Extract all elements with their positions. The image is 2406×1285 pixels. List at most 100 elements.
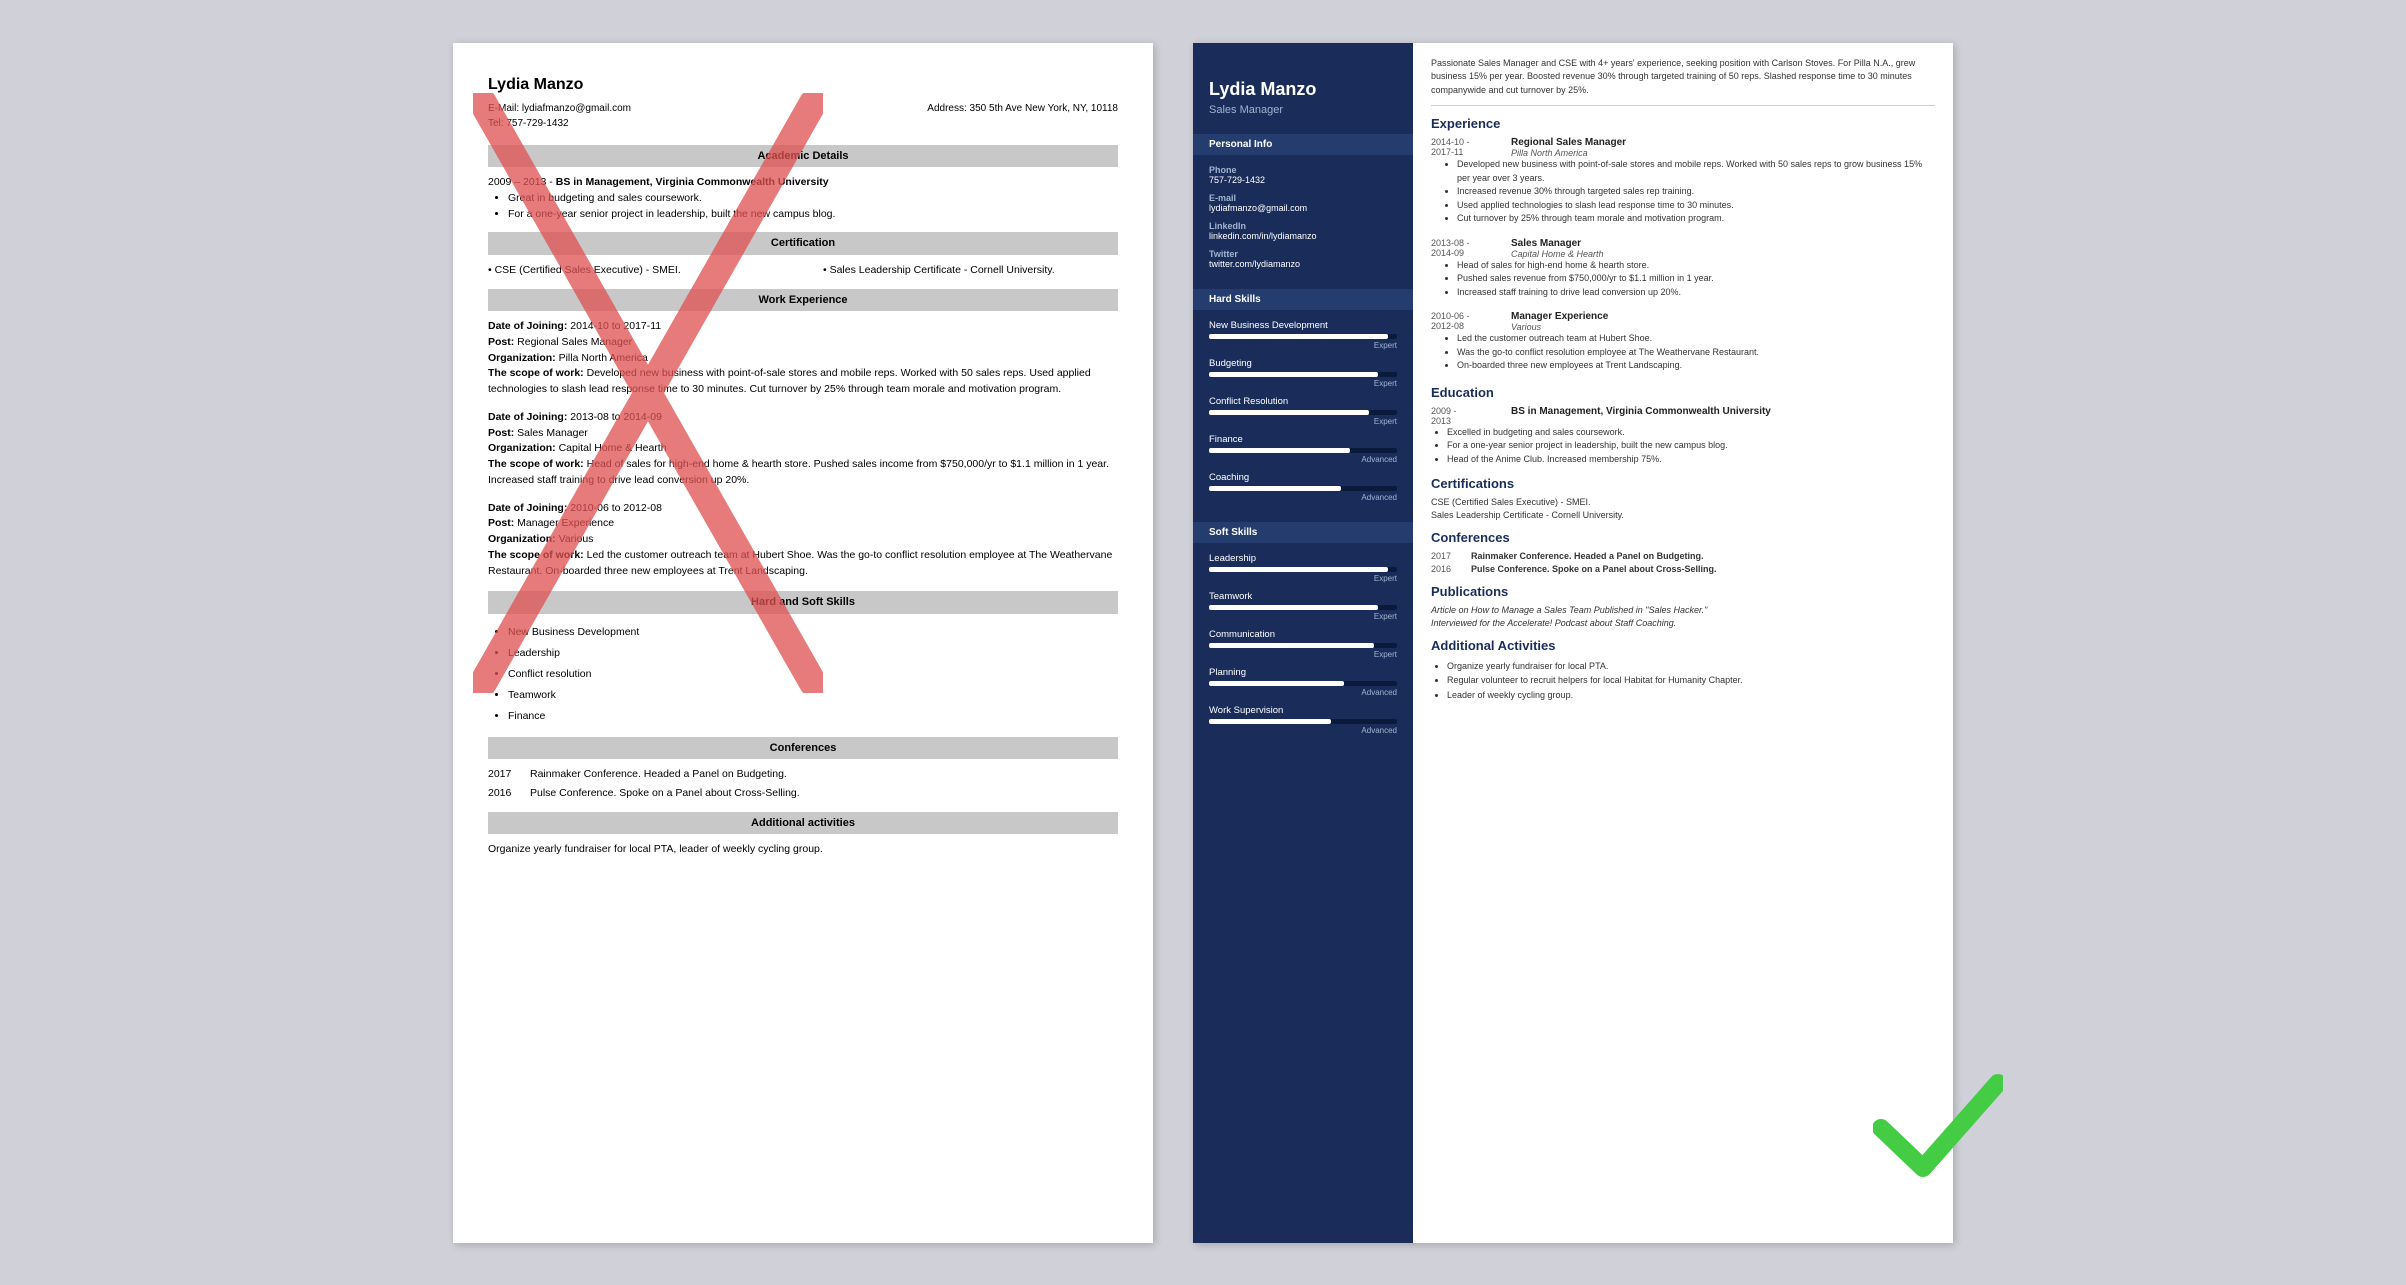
exp-bullet: Developed new business with point-of-sal… [1457,158,1935,185]
experience-entry: 2010-06 -2012-08 Manager Experience Vari… [1431,311,1935,373]
hard-skill-item: Conflict Resolution Expert [1193,394,1413,432]
personal-info-title: Personal Info [1193,134,1413,155]
hard-skill-item: Finance Advanced [1193,432,1413,470]
left-contact: E-Mail: lydiafmanzo@gmail.com Tel: 757-7… [488,101,1118,131]
work-entry-2: Date of Joining: 2013-08 to 2014-09 Post… [488,410,1118,489]
linkedin-block: LinkedIn linkedin.com/in/lydiamanzo [1193,219,1413,247]
address-value: 350 5th Ave New York, NY, 10118 [970,103,1118,114]
experience-entry: 2014-10 -2017-11 Regional Sales Manager … [1431,137,1935,226]
post-label-1: Post: [488,336,514,348]
edu-bullet-1: Great in budgeting and sales coursework. [508,191,1118,207]
date-label-2: Date of Joining: [488,411,567,423]
date-label-3: Date of Joining: [488,502,567,514]
linkedin-label: LinkedIn [1209,221,1397,231]
org-label-2: Organization: [488,442,556,454]
cert-row: • CSE (Certified Sales Executive) - SMEI… [488,263,1118,279]
additional-container: Organize yearly fundraiser for local PTA… [1447,659,1935,702]
sidebar-name-block: Lydia Manzo Sales Manager [1193,63,1413,121]
skill-4: Teamwork [508,685,1118,706]
edu-bullet-2: For a one-year senior project in leaders… [508,207,1118,223]
exp-bullet: Cut turnover by 25% through team morale … [1457,212,1935,226]
exp-bullet: On-boarded three new employees at Trent … [1457,359,1935,373]
hard-skills-container: New Business Development Expert Budgetin… [1193,318,1413,508]
work-3-scope: The scope of work: Led the customer outr… [488,548,1118,580]
additional-item: Organize yearly fundraiser for local PTA… [1447,659,1935,673]
right-title: Sales Manager [1209,104,1397,116]
conf-row-1: 2017 Rainmaker Conference. Headed a Pane… [488,767,1118,783]
edu-years: 2009 – 2013 - [488,176,553,188]
scope-label-2: The scope of work: [488,458,584,470]
conf-row: 2016 Pulse Conference. Spoke on a Panel … [1431,564,1935,574]
experience-container: 2014-10 -2017-11 Regional Sales Manager … [1431,137,1935,373]
edu-degree: BS in Management, Virginia Commonwealth … [556,176,829,188]
exp-bullet: Increased revenue 30% through targeted s… [1457,185,1935,199]
work-entry-1: Date of Joining: 2014-10 to 2017-11 Post… [488,319,1118,398]
cert-1: • CSE (Certified Sales Executive) - SMEI… [488,263,783,279]
work-header: Work Experience [488,289,1118,312]
skills-header: Hard and Soft Skills [488,591,1118,614]
skill-1: New Business Development [508,622,1118,643]
additional-text: Organize yearly fundraiser for local PTA… [488,842,1118,858]
phone-label: Phone [1209,165,1397,175]
left-contact-left: E-Mail: lydiafmanzo@gmail.com Tel: 757-7… [488,101,631,131]
linkedin-value: linkedin.com/in/lydiamanzo [1209,231,1397,241]
conf-year-2: 2016 [488,786,518,802]
hard-skill-item: Coaching Advanced [1193,470,1413,508]
twitter-block: Twitter twitter.com/lydiamanzo [1193,247,1413,275]
conf-text-2: Pulse Conference. Spoke on a Panel about… [530,786,800,802]
right-email-label: E-mail [1209,193,1397,203]
scope-label-3: The scope of work: [488,549,584,561]
work-1-scope: The scope of work: Developed new busines… [488,366,1118,398]
pub-container: Article on How to Manage a Sales Team Pu… [1431,605,1935,628]
edu-bullet: For a one-year senior project in leaders… [1447,439,1935,453]
skill-5: Finance [508,706,1118,727]
conf-row-2: 2016 Pulse Conference. Spoke on a Panel … [488,786,1118,802]
additional-item: Regular volunteer to recruit helpers for… [1447,673,1935,687]
right-sidebar: Lydia Manzo Sales Manager Personal Info … [1193,43,1413,1243]
soft-skill-item: Work Supervision Advanced [1193,703,1413,741]
education-title: Education [1431,385,1935,400]
phone-block: Phone 757-729-1432 [1193,163,1413,191]
left-contact-right: Address: 350 5th Ave New York, NY, 10118 [927,101,1118,131]
work-entry-3: Date of Joining: 2010-06 to 2012-08 Post… [488,501,1118,580]
post-label-3: Post: [488,517,514,529]
cert-container: CSE (Certified Sales Executive) - SMEI.S… [1431,497,1935,520]
edu-bullet: Excelled in budgeting and sales coursewo… [1447,426,1935,440]
work-1-org: Organization: Pilla North America [488,351,1118,367]
conf-header: Conferences [488,737,1118,760]
pub-item: Article on How to Manage a Sales Team Pu… [1431,605,1935,615]
twitter-value: twitter.com/lydiamanzo [1209,259,1397,269]
left-name: Lydia Manzo [488,73,1118,97]
org-label-3: Organization: [488,533,556,545]
education-entry: 2009 -2013 BS in Management, Virginia Co… [1431,406,1935,467]
cert-item: Sales Leadership Certificate - Cornell U… [1431,510,1935,520]
cert-2: • Sales Leadership Certificate - Cornell… [823,263,1118,279]
education-container: 2009 -2013 BS in Management, Virginia Co… [1431,406,1935,467]
publications-title: Publications [1431,584,1935,599]
exp-bullet: Was the go-to conflict resolution employ… [1457,346,1935,360]
right-resume: Lydia Manzo Sales Manager Personal Info … [1193,43,1953,1243]
right-main: Passionate Sales Manager and CSE with 4+… [1413,43,1953,1243]
soft-skill-item: Teamwork Expert [1193,589,1413,627]
exp-bullet: Led the customer outreach team at Hubert… [1457,332,1935,346]
additional-header: Additional activities [488,812,1118,835]
certifications-title: Certifications [1431,476,1935,491]
email-label: E-Mail: [488,103,519,114]
hard-skill-item: Budgeting Expert [1193,356,1413,394]
additional-activities-title: Additional Activities [1431,638,1935,653]
additional-item: Leader of weekly cycling group. [1447,688,1935,702]
hard-skill-item: New Business Development Expert [1193,318,1413,356]
conf-row: 2017 Rainmaker Conference. Headed a Pane… [1431,551,1935,561]
summary-text: Passionate Sales Manager and CSE with 4+… [1431,57,1935,107]
cert-header: Certification [488,232,1118,255]
work-1-date: Date of Joining: 2014-10 to 2017-11 [488,319,1118,335]
tel-value: 757-729-1432 [506,118,568,129]
education-entry: 2009 – 2013 - BS in Management, Virginia… [488,175,1118,222]
right-email-value: lydiafmanzo@gmail.com [1209,203,1397,213]
conf-text-1: Rainmaker Conference. Headed a Panel on … [530,767,787,783]
tel-label: Tel: [488,118,504,129]
phone-value: 757-729-1432 [1209,175,1397,185]
academic-header: Academic Details [488,145,1118,168]
experience-entry: 2013-08 -2014-09 Sales Manager Capital H… [1431,238,1935,300]
work-3-post: Post: Manager Experience [488,516,1118,532]
